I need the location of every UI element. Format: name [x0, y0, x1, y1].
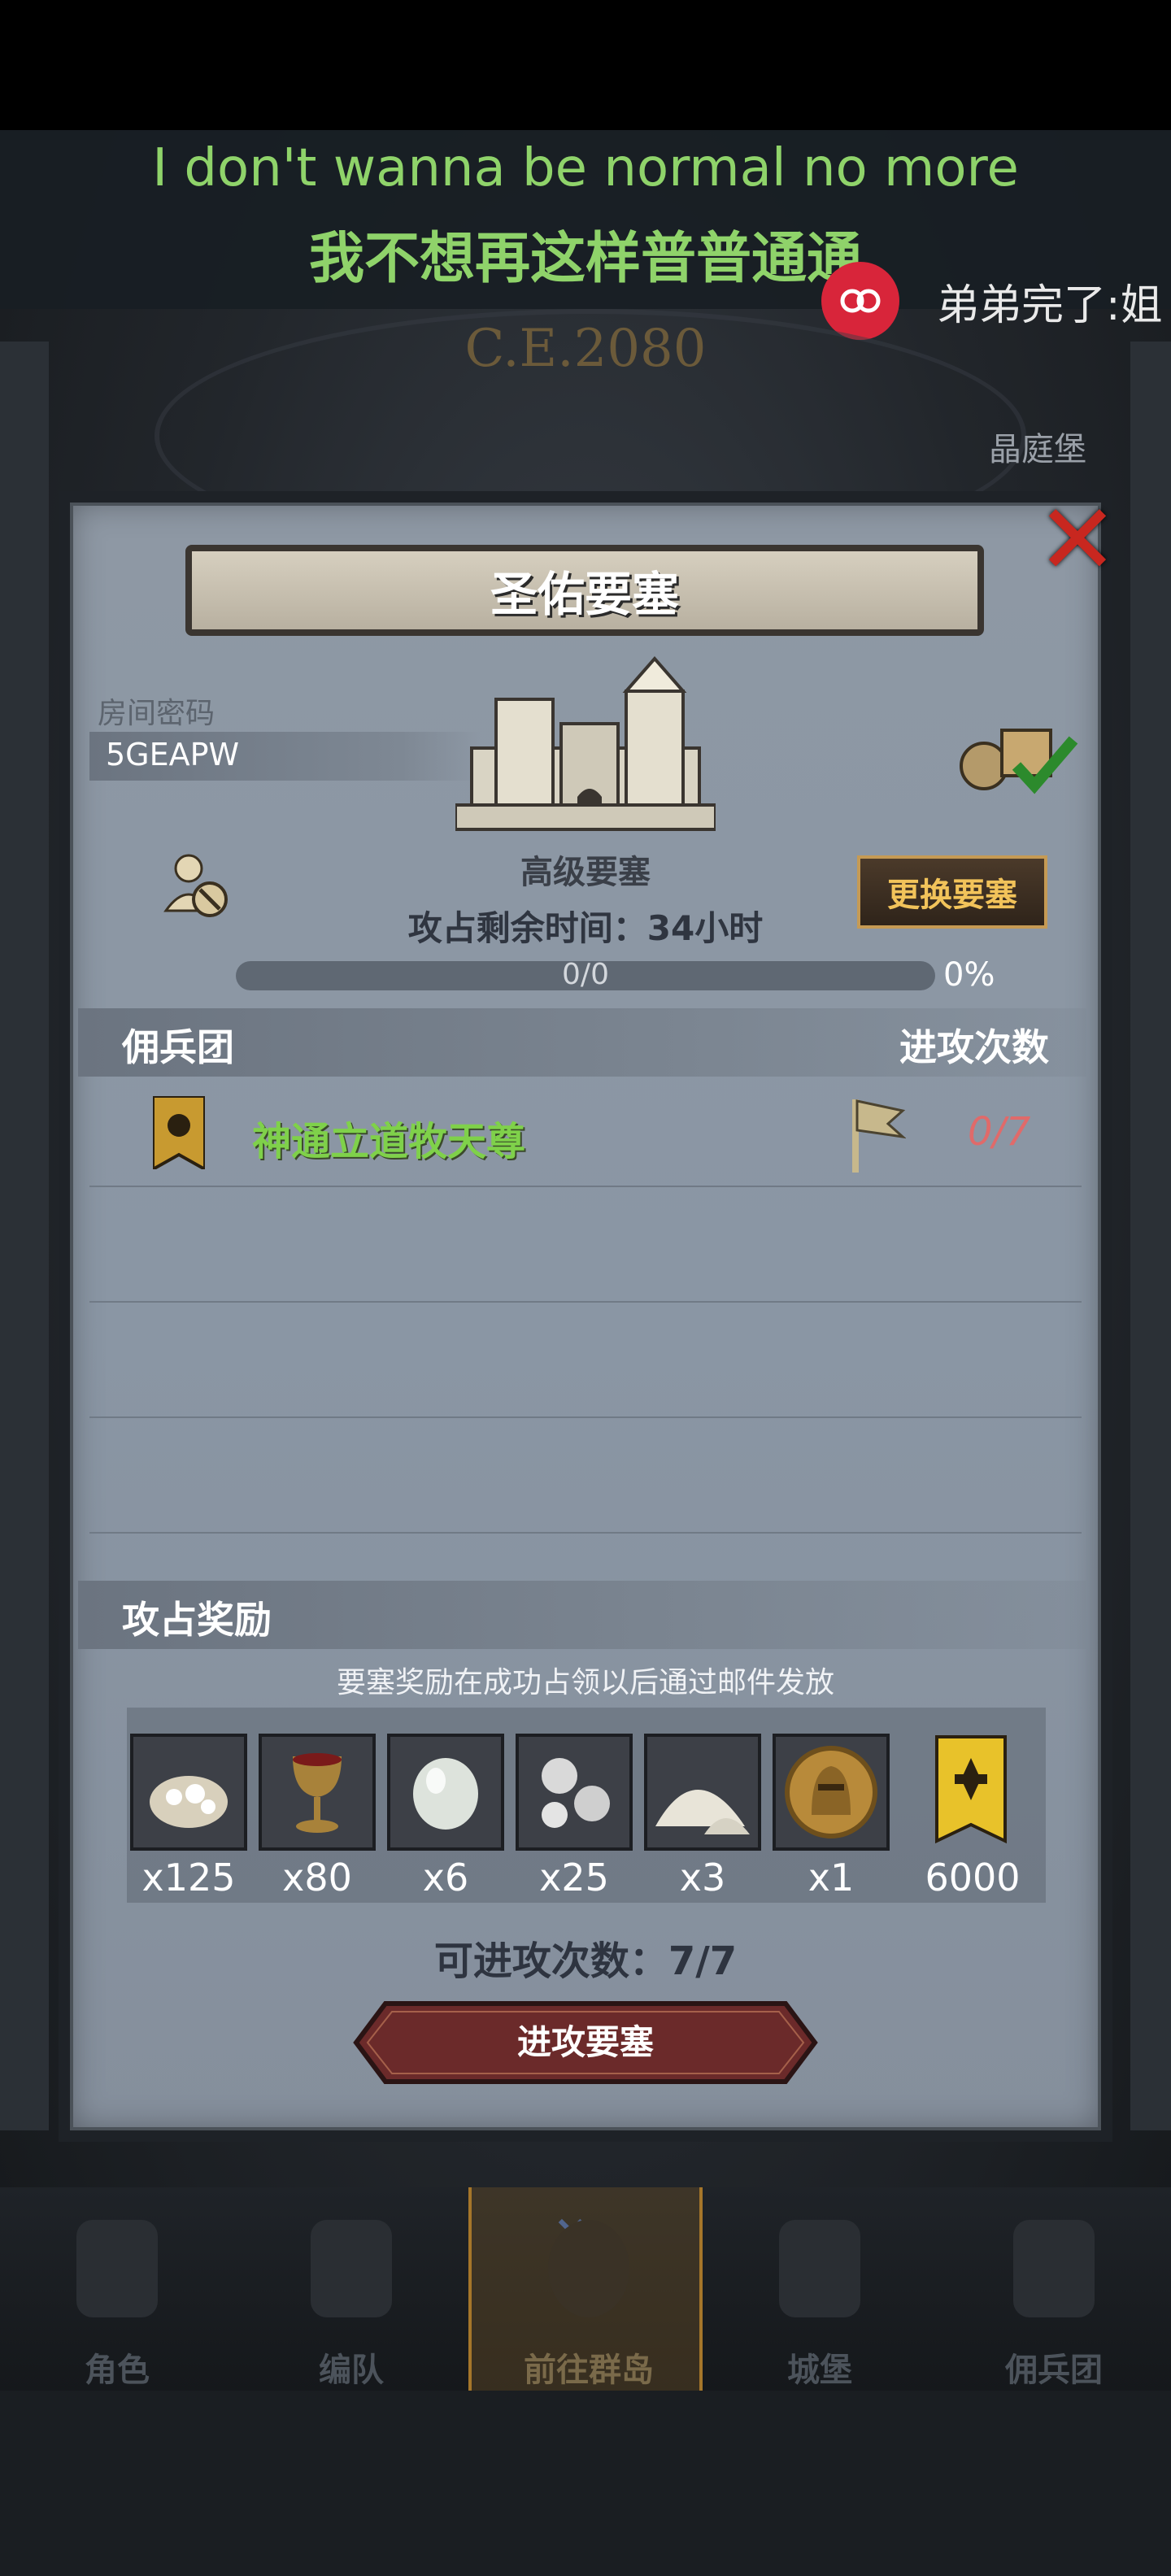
compass-icon: [548, 2220, 629, 2317]
salt-pile-icon: [655, 1790, 750, 1834]
castle-icon: [455, 655, 716, 831]
reward-ore-sack[interactable]: [130, 1734, 247, 1851]
mercenary-name[interactable]: 神通立道牧天尊: [252, 1109, 525, 1166]
ore-sack-icon: [150, 1776, 228, 1828]
progress-percent: 0%: [943, 956, 995, 994]
nav-label: 角色: [85, 2352, 150, 2389]
lyric-english: I don't wanna be normal no more: [152, 138, 1019, 198]
room-password-label: 房间密码: [98, 697, 215, 730]
reward-guild-banner[interactable]: [916, 1734, 1033, 1851]
progress-text: 0/0: [562, 958, 609, 991]
reward-salt-pile[interactable]: [644, 1734, 761, 1851]
reward-qty: x125: [141, 1856, 236, 1899]
remaining-attempts: 可进攻次数：7/7: [433, 1939, 738, 1984]
row-divider: [89, 1186, 1082, 1187]
attack-fortress-button[interactable]: 进攻要塞: [353, 2000, 818, 2085]
reward-note: 要塞奖励在成功占领以后通过邮件发放: [336, 1666, 834, 1699]
occupation-time-left: 攻占剩余时间：34小时: [407, 908, 764, 948]
nav-item-character[interactable]: 角色: [0, 2187, 234, 2391]
silver-stones-icon: [542, 1758, 610, 1828]
helmet-icon: [311, 2220, 392, 2317]
flag-icon: [852, 1099, 906, 1173]
supply-check-icon: [960, 729, 1078, 794]
knight-icon: [76, 2220, 158, 2317]
bilibili-icon: [821, 262, 899, 340]
row-divider: [89, 1416, 1082, 1418]
nav-item-formation[interactable]: 编队: [234, 2187, 468, 2391]
ship-icon: [1013, 2220, 1095, 2317]
reward-qty: 6000: [925, 1856, 1021, 1899]
knight-medal-icon: [785, 1746, 877, 1838]
nav-label: 前往群岛: [524, 2352, 654, 2389]
danmu-comment: 弟弟完了:姐: [821, 262, 1163, 340]
nav-label: 城堡: [787, 2352, 852, 2389]
close-button[interactable]: ✕: [1033, 492, 1122, 590]
era-label: C.E.2080: [464, 319, 707, 379]
goblet-icon: [293, 1753, 342, 1833]
gem-icon: [413, 1758, 478, 1830]
reward-goblet[interactable]: [259, 1734, 376, 1851]
attacks-header: 进攻次数: [899, 1025, 1049, 1069]
reward-qty: x6: [422, 1856, 469, 1899]
row-divider: [89, 1301, 1082, 1303]
right-side-panel: [1130, 342, 1171, 2130]
row-divider: [89, 1532, 1082, 1534]
left-side-panel: [0, 342, 49, 2130]
guild-banner-icon: [935, 1735, 1007, 1844]
danmu-text: 弟弟完了:姐: [937, 281, 1163, 330]
reward-qty: x80: [282, 1856, 352, 1899]
fortress-tier: 高级要塞: [520, 854, 651, 891]
reward-qty: x25: [539, 1856, 609, 1899]
reward-header: 攻占奖励: [122, 1598, 272, 1642]
attack-fortress-label: 进攻要塞: [516, 2022, 654, 2062]
guild-emblem-icon: [153, 1096, 205, 1169]
mercenary-attack-count: 0/7: [968, 1109, 1031, 1155]
room-code[interactable]: 5GEAPW: [106, 737, 239, 772]
mercenary-header: 佣兵团: [122, 1025, 234, 1069]
nav-item-mercenary[interactable]: 佣兵团: [937, 2187, 1171, 2391]
nav-label: 编队: [319, 2352, 384, 2389]
reward-qty: x1: [808, 1856, 855, 1899]
castle-nav-icon: [779, 2220, 860, 2317]
dialog-title: 圣佑要塞: [490, 567, 679, 622]
reward-qty: x3: [679, 1856, 726, 1899]
nav-item-castle[interactable]: 城堡: [703, 2187, 937, 2391]
nav-item-islands[interactable]: 前往群岛: [468, 2187, 703, 2391]
system-nav-area: [0, 2391, 1171, 2576]
status-bar-area: [0, 0, 1171, 130]
location-label: 晶庭堡: [989, 431, 1086, 468]
reward-gem[interactable]: [387, 1734, 504, 1851]
nav-label: 佣兵团: [1005, 2352, 1103, 2389]
dialog-title-banner: 圣佑要塞: [185, 545, 984, 636]
reward-knight-medal[interactable]: [773, 1734, 890, 1851]
reward-silver-stones[interactable]: [516, 1734, 633, 1851]
